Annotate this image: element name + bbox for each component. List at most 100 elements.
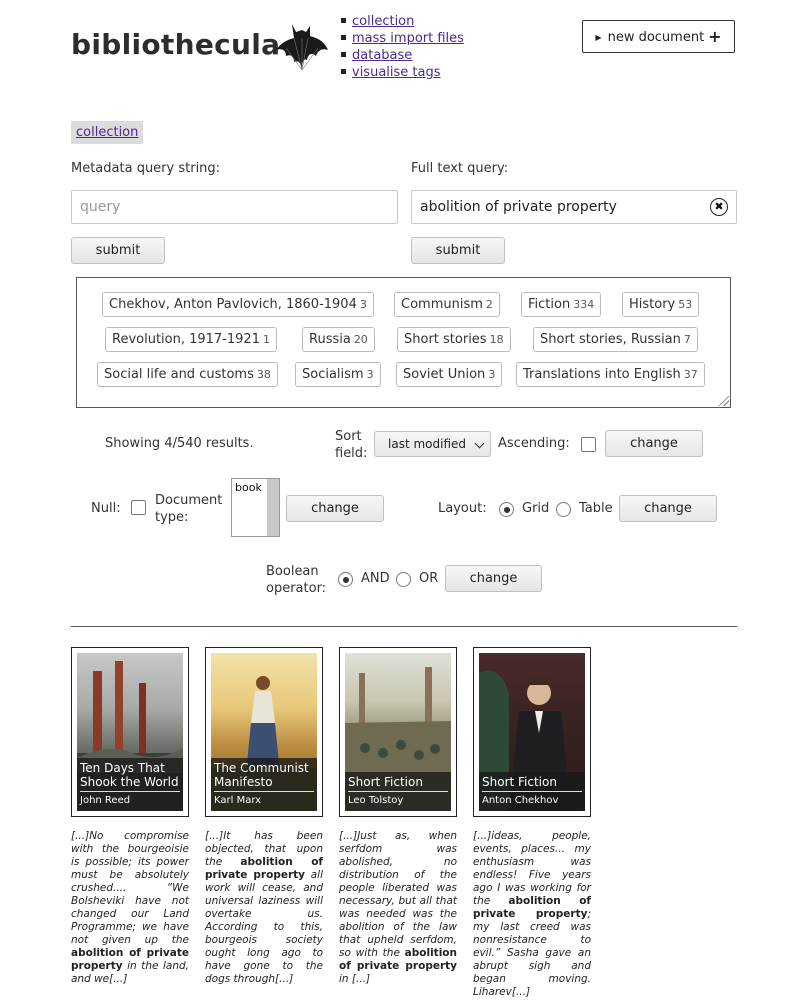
bullet-icon [341, 35, 346, 40]
book-cover-image: Ten Days That Shook the World John Reed [77, 653, 183, 811]
site-title: bibliothecula [71, 28, 281, 61]
tag-name: Revolution, 1917-1921 [112, 332, 260, 347]
tag-count: 3 [488, 368, 496, 381]
document-author: John Reed [80, 795, 131, 806]
snippet-text: [...]Just as, when serfdom was abolished… [339, 830, 457, 959]
operator-or-radio[interactable] [396, 572, 411, 587]
tag-chip[interactable]: Communism 2 [394, 292, 500, 317]
search-snippet: [...]It has been objected, that upon the… [205, 830, 323, 986]
layout-table-radio[interactable] [556, 502, 571, 517]
tag-chip[interactable]: Short stories, Russian 7 [533, 327, 698, 352]
snippet-text: ; my last creed was nonresistance to evi… [473, 908, 591, 998]
tag-name: Socialism [302, 367, 364, 382]
tag-count: 3 [366, 368, 374, 381]
null-checkbox[interactable] [131, 500, 146, 515]
tag-name: History [629, 297, 676, 312]
layout-change-button[interactable]: change [619, 495, 717, 522]
nav-item-mass-import: mass import files [339, 30, 464, 47]
boolean-operator-label: Boolean operator: [266, 563, 326, 597]
tag-count: 38 [256, 368, 271, 381]
tag-name: Translations into English [523, 367, 681, 382]
tag-name: Communism [401, 297, 483, 312]
snippet-text: [...]No compromise with the bourgeoisie … [71, 830, 189, 946]
new-document-button[interactable]: ▶ new document + [582, 20, 735, 53]
fulltext-query-input[interactable] [411, 190, 737, 224]
tag-name: Short stories, Russian [540, 332, 681, 347]
tag-chip[interactable]: Translations into English 37 [516, 362, 705, 387]
document-author: Leo Tolstoy [348, 795, 404, 806]
tag-name: Chekhov, Anton Pavlovich, 1860-1904 [109, 297, 357, 312]
document-title: Short Fiction [348, 775, 423, 789]
nav-link-database[interactable]: database [352, 48, 412, 63]
nav-link-visualise-tags[interactable]: visualise tags [352, 65, 441, 80]
null-label: Null: [91, 501, 121, 516]
doctype-label-line: Document [155, 493, 223, 508]
tag-chip[interactable]: History 53 [622, 292, 700, 317]
tag-chip[interactable]: Fiction 334 [521, 292, 602, 317]
doctype-change-button[interactable]: change [286, 495, 384, 522]
document-type-listbox[interactable]: book [231, 478, 280, 537]
document-title: The Communist Manifesto [214, 761, 309, 789]
cover-caption: The Communist Manifesto Karl Marx [211, 758, 317, 811]
tag-chip[interactable]: Chekhov, Anton Pavlovich, 1860-1904 3 [102, 292, 374, 317]
document-type-option[interactable]: book [235, 481, 262, 494]
layout-grid-label: Grid [522, 501, 550, 516]
document-card[interactable]: Short Fiction Leo Tolstoy [339, 647, 457, 817]
fulltext-query-label: Full text query: [411, 161, 509, 176]
tag-count: 20 [353, 333, 368, 346]
document-card[interactable]: The Communist Manifesto Karl Marx [205, 647, 323, 817]
operator-change-button[interactable]: change [445, 565, 542, 592]
sort-label-line: field: [335, 446, 368, 461]
snippet-text: in [...] [339, 973, 371, 985]
document-card[interactable]: Short Fiction Anton Chekhov [473, 647, 591, 817]
chevron-down-icon [474, 438, 485, 449]
tag-count: 7 [683, 333, 691, 346]
tag-count: 18 [489, 333, 504, 346]
layout-grid-radio[interactable] [499, 502, 514, 517]
boolean-label-line: operator: [266, 581, 327, 596]
search-snippet: [...]No compromise with the bourgeoisie … [71, 830, 189, 986]
fulltext-submit-button[interactable]: submit [411, 237, 505, 264]
caption-rule [214, 791, 314, 792]
tag-chip[interactable]: Soviet Union 3 [396, 362, 503, 387]
sort-field-value: last modified [388, 437, 466, 451]
tag-count: 53 [678, 298, 693, 311]
nav-link-collection[interactable]: collection [352, 14, 414, 29]
book-cover-image: The Communist Manifesto Karl Marx [211, 653, 317, 811]
sort-field-select[interactable]: last modified [374, 431, 491, 457]
cover-caption: Short Fiction Anton Chekhov [479, 772, 585, 811]
resize-handle-icon[interactable] [717, 394, 729, 406]
metadata-submit-button[interactable]: submit [71, 237, 165, 264]
tag-chip[interactable]: Socialism 3 [295, 362, 381, 387]
tag-name: Social life and customs [104, 367, 254, 382]
breadcrumb: collection [71, 121, 144, 144]
bat-logo-icon [276, 24, 328, 71]
ascending-checkbox[interactable] [581, 437, 596, 452]
disclosure-triangle-icon: ▶ [595, 33, 602, 42]
nav-link-mass-import-files[interactable]: mass import files [352, 31, 464, 46]
bullet-icon [341, 69, 346, 74]
tag-count: 3 [359, 298, 367, 311]
document-title: Ten Days That Shook the World [80, 761, 179, 789]
tag-chip[interactable]: Short stories 18 [397, 327, 511, 352]
plus-icon: + [708, 27, 722, 46]
document-author: Anton Chekhov [482, 795, 559, 806]
nav-item-visualise-tags: visualise tags [339, 64, 464, 81]
tag-chip[interactable]: Revolution, 1917-1921 1 [105, 327, 277, 352]
doctype-label-line: type: [155, 510, 189, 525]
search-snippet: [...]Just as, when serfdom was abolished… [339, 830, 457, 986]
tag-count: 1 [262, 333, 270, 346]
document-title: Short Fiction [482, 775, 557, 789]
tag-chip[interactable]: Social life and customs 38 [97, 362, 278, 387]
sort-change-button[interactable]: change [605, 430, 703, 457]
cover-caption: Short Fiction Leo Tolstoy [345, 772, 451, 811]
layout-label: Layout: [438, 501, 487, 516]
listbox-scrollbar[interactable] [267, 479, 279, 536]
tag-chip[interactable]: Russia 20 [302, 327, 375, 352]
operator-and-radio[interactable] [338, 572, 353, 587]
document-card[interactable]: Ten Days That Shook the World John Reed [71, 647, 189, 817]
ascending-label: Ascending: [498, 436, 570, 451]
breadcrumb-link-collection[interactable]: collection [76, 125, 138, 140]
clear-search-icon[interactable]: ✖ [710, 198, 728, 216]
metadata-query-input[interactable] [71, 190, 398, 224]
